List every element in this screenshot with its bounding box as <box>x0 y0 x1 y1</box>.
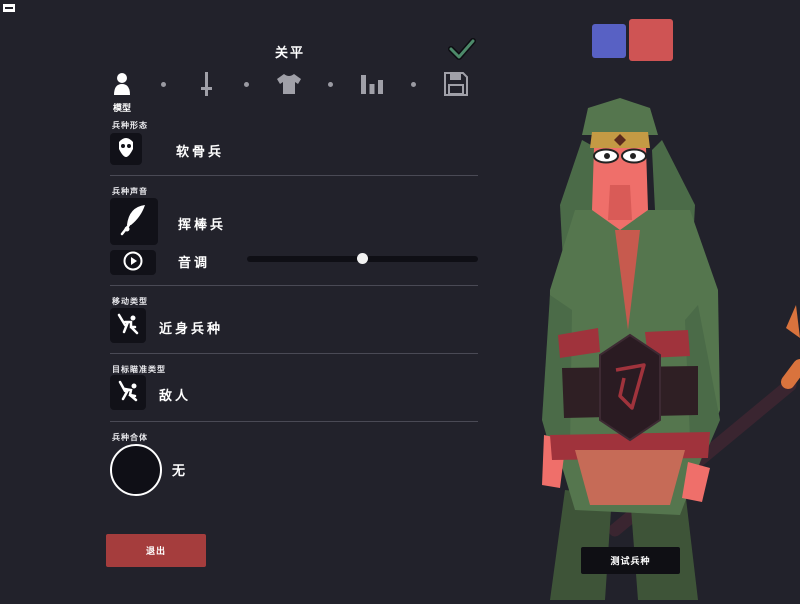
unit-name-title[interactable]: 关平 <box>240 42 340 61</box>
team-blue-swatch[interactable] <box>592 24 626 58</box>
team-red-swatch[interactable] <box>629 19 673 61</box>
targeting-type-label: 目标瞄准类型 <box>112 365 166 374</box>
movement-type-button[interactable] <box>110 308 146 343</box>
shirt-icon <box>276 73 302 99</box>
tab-separator-dot <box>161 82 166 87</box>
voice-play-button[interactable] <box>110 250 156 275</box>
play-icon <box>123 251 143 275</box>
tab-separator-dot <box>328 82 333 87</box>
unit-model-value: 软骨兵 <box>176 145 225 160</box>
save-icon <box>444 72 468 100</box>
section-divider <box>110 421 478 422</box>
tab-separator-dot <box>411 82 416 87</box>
section-divider <box>110 353 478 354</box>
tab-stats[interactable] <box>358 72 386 100</box>
tab-save[interactable] <box>442 72 470 100</box>
movement-type-label: 移动类型 <box>112 297 148 306</box>
feather-icon <box>119 203 149 241</box>
movement-type-value: 近身兵种 <box>159 322 224 337</box>
section-divider <box>110 285 478 286</box>
tab-clothing[interactable] <box>275 72 303 100</box>
tab-model-label: 模型 <box>112 104 131 114</box>
bar-stats-icon <box>360 73 384 99</box>
exit-button[interactable]: 退出 <box>106 534 206 567</box>
tab-model[interactable] <box>108 72 136 100</box>
unit-model-button[interactable] <box>110 133 142 165</box>
test-unit-button[interactable]: 测试兵种 <box>581 547 680 574</box>
skull-mask-icon <box>117 136 135 162</box>
pitch-slider-handle[interactable] <box>357 253 368 264</box>
section-divider <box>110 175 478 176</box>
targeting-type-button[interactable] <box>110 375 146 410</box>
unit-voice-label: 兵种声音 <box>112 187 148 196</box>
unit-preview-character[interactable] <box>520 90 800 600</box>
unit-combine-slot[interactable] <box>110 444 162 496</box>
corner-menu-icon[interactable] <box>3 4 15 12</box>
tab-separator-dot <box>244 82 249 87</box>
unit-combine-label: 兵种合体 <box>112 433 148 442</box>
targeting-type-value: 敌人 <box>159 389 192 404</box>
unit-combine-value: 无 <box>172 464 189 479</box>
sword-icon <box>199 71 213 101</box>
confirm-check-icon[interactable] <box>448 36 476 62</box>
unit-model-label: 兵种形态 <box>112 121 148 130</box>
pitch-label: 音调 <box>178 256 211 271</box>
target-enemy-icon <box>116 380 140 406</box>
unit-voice-button[interactable] <box>110 198 158 245</box>
tab-weapons[interactable] <box>192 72 220 100</box>
unit-voice-value: 挥棒兵 <box>178 218 227 233</box>
melee-unit-icon <box>116 313 140 339</box>
person-icon <box>112 72 132 100</box>
